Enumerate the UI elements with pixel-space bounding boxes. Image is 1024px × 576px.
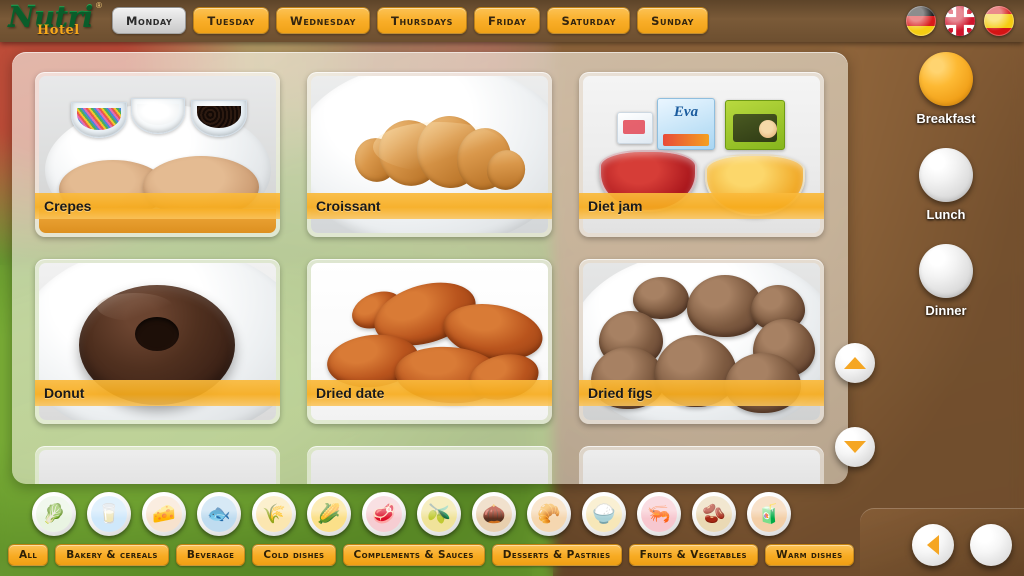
dish-card[interactable]: Dried date	[307, 259, 552, 424]
dish-card-partial[interactable]	[579, 446, 824, 484]
dish-photo-partial	[39, 450, 276, 484]
home-button[interactable]	[970, 524, 1012, 566]
meal-label: Dinner	[925, 303, 967, 318]
dish-card[interactable]: Eva Diet jam	[579, 72, 824, 237]
vegetables-icon-glyph: 🥬	[36, 496, 72, 532]
dish-grid: Crepes Croissant Eva Diet jam Donut Dried dat…	[35, 72, 825, 484]
filter-button-fruits-vegetables[interactable]: Fruits & Vegetables	[628, 544, 759, 566]
dish-card[interactable]: Donut	[35, 259, 280, 424]
meal-dot-breakfast[interactable]	[919, 52, 973, 106]
dish-label: Diet jam	[579, 193, 824, 219]
eggs-cheese-icon[interactable]: 🧀	[142, 492, 186, 536]
day-tabs: Monday Tuesday Wednesday Thursdays Friday Sat…	[112, 7, 709, 34]
spanish-flag[interactable]	[984, 6, 1014, 36]
meal-label: Breakfast	[916, 111, 976, 126]
cereals-icon-glyph: 🌾	[256, 496, 292, 532]
dish-label: Donut	[35, 380, 280, 406]
meat-icon[interactable]: 🥩	[362, 492, 406, 536]
category-icon-strip: 🥬 🥛 🧀 🐟 🌾 🌽 🥩 🫒 🌰 🥐 🍚 🦐 🫘 🧃	[32, 492, 791, 536]
meat-icon-glyph: 🥩	[366, 496, 402, 532]
top-bar: Nutri ® Hotel Monday Tuesday Wednesday Thur…	[0, 0, 1024, 42]
oil-icon[interactable]: 🫒	[417, 492, 461, 536]
arrow-down-icon	[844, 441, 866, 453]
category-filter-bar: All Bakery & cereals Beverage Cold dishes Co…	[8, 544, 854, 566]
grains-icon[interactable]: 🍚	[582, 492, 626, 536]
nuts-icon[interactable]: 🌰	[472, 492, 516, 536]
pastries-icon[interactable]: 🥐	[527, 492, 571, 536]
day-tab-tuesday[interactable]: Tuesday	[193, 7, 270, 34]
day-tab-friday[interactable]: Friday	[474, 7, 541, 34]
eggs-cheese-icon-glyph: 🧀	[146, 496, 182, 532]
meal-dot-lunch[interactable]	[919, 148, 973, 202]
dish-card[interactable]: Crepes	[35, 72, 280, 237]
german-flag[interactable]	[906, 6, 936, 36]
dish-panel: Crepes Croissant Eva Diet jam Donut Dried dat…	[12, 52, 848, 484]
seafood-icon-glyph: 🦐	[641, 496, 677, 532]
filter-button-beverage[interactable]: Beverage	[175, 544, 246, 566]
application-window: Nutri ® Hotel Monday Tuesday Wednesday Thur…	[0, 0, 1024, 576]
filter-button-warm-dishes[interactable]: Warm dishes	[765, 544, 854, 566]
beverage-icon[interactable]: 🥛	[87, 492, 131, 536]
meal-label: Lunch	[926, 207, 966, 222]
meal-selector: Breakfast Lunch Dinner	[868, 42, 1024, 472]
filter-button-cold-dishes[interactable]: Cold dishes	[252, 544, 336, 566]
dish-card-partial[interactable]	[307, 446, 552, 484]
filter-button-bakery-cereals[interactable]: Bakery & cereals	[55, 544, 169, 566]
back-button[interactable]	[912, 524, 954, 566]
day-tab-monday[interactable]: Monday	[112, 7, 187, 34]
language-selector	[906, 6, 1014, 36]
dish-photo-partial	[311, 450, 548, 484]
oil-icon-glyph: 🫒	[421, 496, 457, 532]
seafood-icon[interactable]: 🦐	[637, 492, 681, 536]
filter-button-desserts-pastries[interactable]: Desserts & Pastries	[491, 544, 622, 566]
dish-label: Dried date	[307, 380, 552, 406]
products-icon-glyph: 🧃	[751, 496, 787, 532]
scroll-up-button[interactable]	[835, 343, 875, 383]
filter-button-complements-sauces[interactable]: Complements & Sauces	[342, 544, 485, 566]
grains-icon-glyph: 🍚	[586, 496, 622, 532]
fish-icon[interactable]: 🐟	[197, 492, 241, 536]
dish-card-partial[interactable]	[35, 446, 280, 484]
dish-photo-partial	[583, 450, 820, 484]
english-flag[interactable]	[945, 6, 975, 36]
meal-dot-dinner[interactable]	[919, 244, 973, 298]
filter-button-all[interactable]: All	[8, 544, 49, 566]
dish-label: Dried figs	[579, 380, 824, 406]
products-icon[interactable]: 🧃	[747, 492, 791, 536]
dish-label: Croissant	[307, 193, 552, 219]
dish-card[interactable]: Croissant	[307, 72, 552, 237]
legumes-icon-glyph: 🫘	[696, 496, 732, 532]
day-tab-sunday[interactable]: Sunday	[637, 7, 709, 34]
logo-sub-text: Hotel	[37, 23, 80, 38]
legumes-icon[interactable]: 🫘	[692, 492, 736, 536]
scroll-down-button[interactable]	[835, 427, 875, 467]
day-tab-saturday[interactable]: Saturday	[547, 7, 631, 34]
day-tab-wednesday[interactable]: Wednesday	[276, 7, 371, 34]
corn-icon-glyph: 🌽	[311, 496, 347, 532]
meal-option-lunch[interactable]: Lunch	[868, 148, 1024, 222]
vegetables-icon[interactable]: 🥬	[32, 492, 76, 536]
beverage-icon-glyph: 🥛	[91, 496, 127, 532]
logo-registered-mark: ®	[96, 1, 102, 10]
meal-option-breakfast[interactable]: Breakfast	[868, 52, 1024, 126]
corn-icon[interactable]: 🌽	[307, 492, 351, 536]
day-tab-thursdays[interactable]: Thursdays	[377, 7, 468, 34]
dish-card[interactable]: Dried figs	[579, 259, 824, 424]
arrow-up-icon	[844, 357, 866, 369]
arrow-left-icon	[927, 535, 939, 555]
pastries-icon-glyph: 🥐	[531, 496, 567, 532]
dish-label: Crepes	[35, 193, 280, 219]
meal-option-dinner[interactable]: Dinner	[868, 244, 1024, 318]
nuts-icon-glyph: 🌰	[476, 496, 512, 532]
cereals-icon[interactable]: 🌾	[252, 492, 296, 536]
navigation-buttons	[912, 524, 1012, 566]
app-logo[interactable]: Nutri ® Hotel	[8, 0, 112, 43]
fish-icon-glyph: 🐟	[201, 496, 237, 532]
